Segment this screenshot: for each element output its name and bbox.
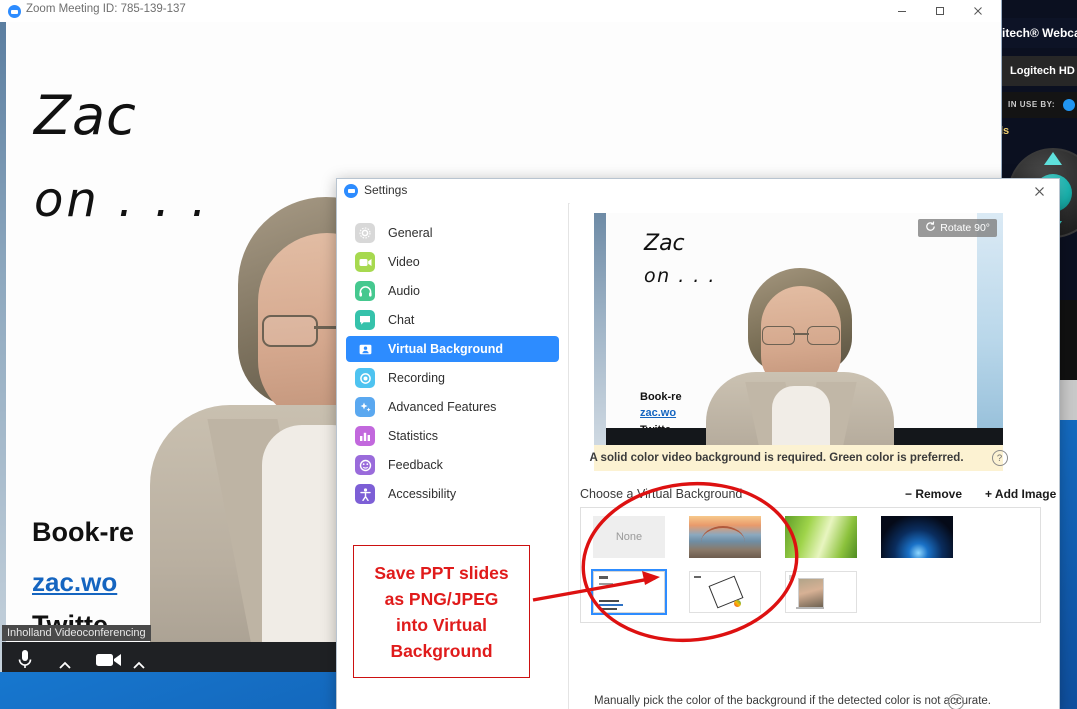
smiley-icon — [355, 455, 375, 475]
settings-content-pane: Zac on . . . Book-re zac.wo Twitte — [570, 203, 1059, 709]
mute-button[interactable]: Mute — [12, 648, 38, 672]
preview-left-wall — [594, 213, 606, 445]
sidebar-item-audio[interactable]: Audio — [346, 278, 559, 304]
sidebar-label-chat: Chat — [388, 313, 415, 327]
annotation-callout: Save PPT slides as PNG/JPEG into Virtual… — [353, 545, 530, 678]
vb-thumb-golden-gate[interactable] — [689, 516, 761, 558]
logitech-device-label: Logitech HD P — [1000, 56, 1077, 86]
sidebar-item-virtual-background[interactable]: Virtual Background — [346, 336, 559, 362]
sidebar-label-video: Video — [388, 255, 420, 269]
green-screen-notice: A solid color video background is requir… — [589, 445, 1008, 471]
accessibility-icon — [355, 484, 375, 504]
sidebar-item-general[interactable]: General — [346, 220, 559, 246]
bar-chart-icon — [355, 426, 375, 446]
preview-slide-book-line: Book-re — [640, 391, 682, 403]
preview-presenter-shirt — [772, 386, 830, 445]
sidebar-label-statistics: Statistics — [388, 429, 439, 443]
video-preview: Zac on . . . Book-re zac.wo Twitte — [594, 213, 1003, 445]
green-screen-notice-text: A solid color video background is requir… — [589, 452, 964, 464]
preview-glasses-lens-right — [807, 326, 840, 345]
help-icon[interactable]: ? — [991, 450, 1008, 466]
sidebar-item-statistics[interactable]: Statistics — [346, 423, 559, 449]
rotate-90-button[interactable]: Rotate 90° — [918, 219, 997, 237]
close-icon[interactable] — [959, 0, 997, 22]
sparkle-icon — [355, 397, 375, 417]
camera-icon — [80, 648, 137, 672]
preview-glasses-lens-left — [762, 326, 795, 345]
settings-titlebar: Settings — [337, 179, 1059, 204]
vb-thumb-sketch-slide[interactable] — [689, 571, 761, 613]
person-card-icon — [355, 339, 375, 359]
minimize-icon[interactable] — [883, 0, 921, 22]
headphones-icon — [355, 281, 375, 301]
sidebar-item-chat[interactable]: Chat — [346, 307, 559, 333]
preview-slide-url-line: zac.wo — [640, 407, 677, 419]
window-controls — [883, 0, 997, 22]
settings-close-icon[interactable] — [1019, 179, 1059, 203]
slide-line-1: Zac — [34, 84, 137, 147]
sidebar-label-accessibility: Accessibility — [388, 487, 457, 501]
zoom-logo-icon — [344, 184, 358, 198]
zoom-meeting-id: Zoom Meeting ID: 785-139-137 — [26, 3, 186, 15]
sidebar-label-feedback: Feedback — [388, 458, 443, 472]
vb-thumb-earth-space[interactable] — [881, 516, 953, 558]
annotation-line-2: as PNG/JPEG — [384, 588, 499, 609]
camera-icon — [355, 252, 375, 272]
screen-root: itech® Webcam Logitech HD P IN USE BY: l… — [0, 0, 1077, 709]
sidebar-label-general: General — [388, 226, 433, 240]
annotation-line-1: Save PPT slides — [374, 562, 509, 583]
dial-up-arrow-icon[interactable] — [1044, 152, 1062, 165]
rotate-90-label: Rotate 90° — [940, 222, 990, 234]
annotation-line-3: into Virtual — [395, 614, 488, 635]
zoom-logo-icon — [8, 5, 21, 18]
vb-thumb-none[interactable]: None — [593, 516, 665, 558]
gear-icon — [355, 223, 375, 243]
logitech-in-use-label: IN USE BY: — [1008, 100, 1056, 109]
choose-virtual-background-row: Choose a Virtual Background − Remove + A… — [580, 487, 1056, 501]
in-use-app-icon — [1063, 99, 1075, 111]
preview-right-window — [977, 213, 1003, 445]
manual-color-pick-label: Manually pick the color of the backgroun… — [594, 695, 991, 707]
meeting-tooltip: Inholland Videoconferencing — [2, 625, 151, 641]
virtual-background-grid: None — [580, 507, 1041, 623]
choose-virtual-background-label: Choose a Virtual Background — [580, 487, 743, 501]
slide-book-line: Book-re — [32, 517, 135, 547]
logitech-controls-label: ls — [1000, 125, 1010, 137]
zoom-titlebar: Zoom Meeting ID: 785-139-137 — [0, 0, 1001, 23]
logitech-in-use-by: IN USE BY: — [1000, 92, 1077, 118]
preview-presenter — [706, 268, 894, 445]
video-chevron-up-icon[interactable] — [132, 658, 146, 672]
vb-thumb-portrait-slide[interactable] — [785, 571, 857, 613]
chat-bubble-icon — [355, 310, 375, 330]
slide-url-line: zac.wo — [32, 567, 118, 597]
help-icon[interactable]: ? — [948, 694, 964, 709]
sidebar-item-recording[interactable]: Recording — [346, 365, 559, 391]
vb-thumb-none-label: None — [615, 531, 643, 543]
logitech-app-title: itech® Webcam — [1000, 18, 1077, 48]
sidebar-label-advanced-features: Advanced Features — [388, 400, 497, 414]
remove-background-button[interactable]: − Remove — [905, 487, 962, 501]
settings-title: Settings — [364, 183, 408, 197]
mute-chevron-up-icon[interactable] — [58, 658, 72, 672]
rotate-icon — [925, 221, 936, 235]
stop-video-button[interactable]: Stop Video — [80, 648, 137, 672]
sidebar-item-advanced-features[interactable]: Advanced Features — [346, 394, 559, 420]
preview-slide-line-1: Zac — [644, 231, 685, 256]
sidebar-item-accessibility[interactable]: Accessibility — [346, 481, 559, 507]
sidebar-item-video[interactable]: Video — [346, 249, 559, 275]
sidebar-label-audio: Audio — [388, 284, 420, 298]
microphone-icon — [12, 648, 38, 672]
meeting-toolbar: Mute Stop Video — [2, 642, 336, 672]
sidebar-label-virtual-background: Virtual Background — [388, 342, 504, 356]
add-image-button[interactable]: + Add Image — [985, 487, 1056, 501]
record-icon — [355, 368, 375, 388]
glasses-lens-left — [262, 315, 318, 347]
sidebar-label-recording: Recording — [388, 371, 445, 385]
sidebar-item-feedback[interactable]: Feedback — [346, 452, 559, 478]
annotation-line-4: Background — [390, 640, 493, 661]
preview-presenter-glasses — [762, 326, 840, 345]
maximize-icon[interactable] — [921, 0, 959, 22]
vb-thumb-ppt-slide[interactable] — [591, 569, 667, 615]
vb-thumb-grass[interactable] — [785, 516, 857, 558]
